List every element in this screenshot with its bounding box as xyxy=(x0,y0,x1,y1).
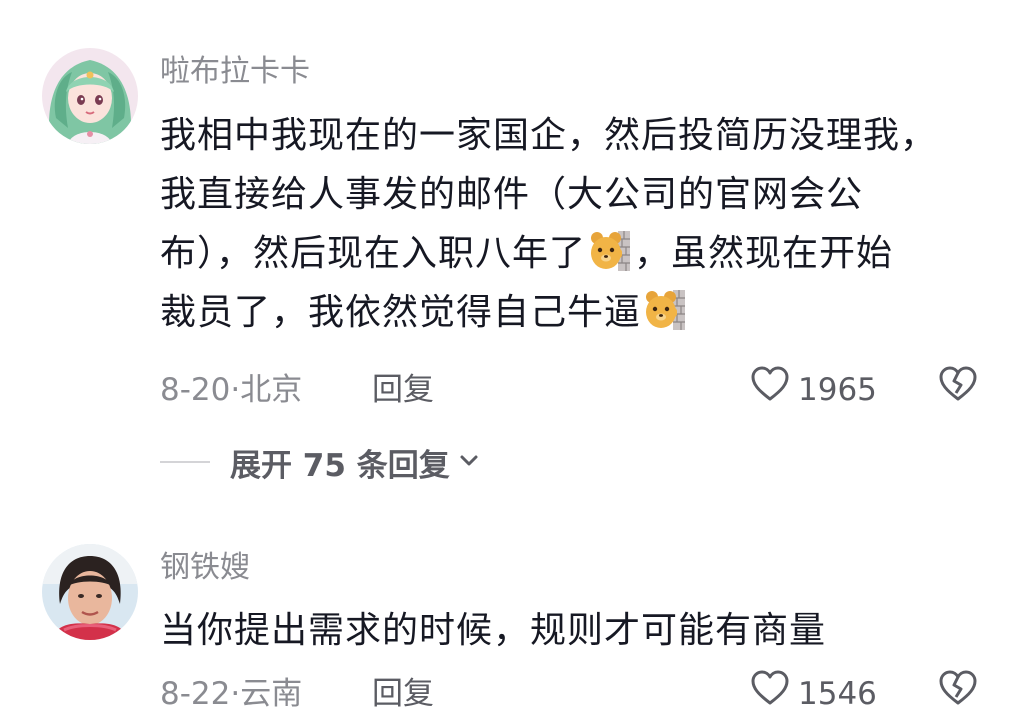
avatar[interactable] xyxy=(42,544,138,640)
like-count: 1965 xyxy=(798,372,877,408)
comment-text-line: 当你提出需求的时候，规则才可能有商量 xyxy=(160,610,827,651)
divider xyxy=(160,461,210,463)
date-location: 8-22·云南 xyxy=(160,676,303,712)
reply-button[interactable]: 回复 xyxy=(372,368,434,412)
username[interactable]: 啦布拉卡卡 xyxy=(160,52,310,92)
dislike-button[interactable] xyxy=(938,365,978,415)
comment-text-line: 裁员了，我依然觉得自己牛逼 xyxy=(160,283,960,342)
heart-icon xyxy=(750,365,790,415)
heart-icon xyxy=(750,669,790,719)
avatar[interactable] xyxy=(42,48,138,144)
comment-meta: 8-20·北京 回复 1965 xyxy=(160,365,990,415)
like-button[interactable]: 1965 xyxy=(750,365,877,415)
comment-text: 我相中我现在的一家国企，然后投简历没理我， 我直接给人事发的邮件（大公司的官网会… xyxy=(160,106,960,342)
username[interactable]: 钢铁嫂 xyxy=(160,548,250,588)
reply-button[interactable]: 回复 xyxy=(372,672,434,716)
broken-heart-icon xyxy=(938,669,978,719)
woman-photo-avatar xyxy=(42,544,138,640)
like-button[interactable]: 1546 xyxy=(750,669,877,719)
comment-text-fragment: 裁员了，我依然觉得自己牛逼 xyxy=(160,292,642,333)
comment-meta: 8-22·云南 回复 1546 xyxy=(160,669,990,719)
comment-text-fragment: 布），然后现在入职八年了 xyxy=(160,233,587,274)
bear-peeking-from-wall-emoji xyxy=(588,229,632,273)
comment-text: 当你提出需求的时候，规则才可能有商量 xyxy=(160,601,960,660)
anime-girl-avatar xyxy=(42,48,138,144)
chevron-down-icon xyxy=(458,449,480,475)
date-location: 8-20·北京 xyxy=(160,372,303,408)
bear-peeking-from-wall-emoji xyxy=(643,288,687,332)
expand-replies-button[interactable]: 展开 75 条回复 xyxy=(160,440,480,484)
expand-replies-label: 展开 75 条回复 xyxy=(230,447,450,484)
broken-heart-icon xyxy=(938,365,978,415)
dislike-button[interactable] xyxy=(938,669,978,719)
comment-text-fragment: ，虽然现在开始 xyxy=(634,233,894,274)
comment-text-line: 我直接给人事发的邮件（大公司的官网会公 xyxy=(160,174,864,215)
like-count: 1546 xyxy=(798,676,877,712)
comment-text-line: 布），然后现在入职八年了 ，虽然现在开始 xyxy=(160,224,960,283)
comment-text-line: 我相中我现在的一家国企，然后投简历没理我， xyxy=(160,115,938,156)
